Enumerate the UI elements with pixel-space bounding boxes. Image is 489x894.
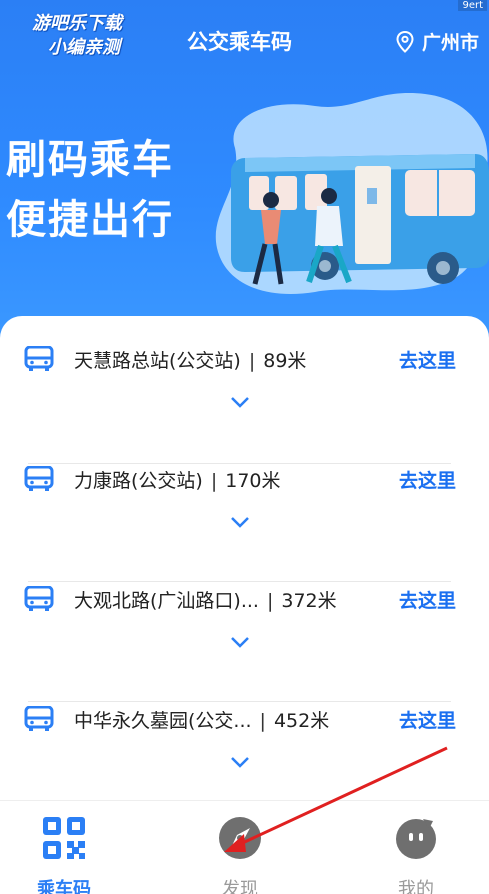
location-pin-icon	[396, 30, 414, 53]
list-item: 天慧路总站(公交站) | 89米 去这里	[24, 346, 456, 464]
chevron-down-icon[interactable]	[230, 636, 250, 648]
tab-label: 乘车码	[37, 879, 91, 894]
nearby-stops-list: 天慧路总站(公交站) | 89米 去这里 力康路(公交站) | 170米 去这里 大观北…	[0, 316, 489, 800]
bus-icon	[24, 466, 54, 491]
status-tag: 9ert	[458, 0, 487, 11]
go-here-button[interactable]: 去这里	[399, 706, 456, 733]
list-item: 力康路(公交站) | 170米 去这里	[24, 464, 456, 582]
stop-distance: 452米	[273, 710, 330, 732]
stop-distance: 89米	[263, 350, 307, 372]
tab-label: 发现	[222, 879, 258, 894]
slogan-line1: 刷码乘车	[6, 137, 174, 183]
go-here-button[interactable]: 去这里	[399, 346, 456, 373]
slogan: 刷码乘车 便捷出行	[6, 130, 174, 250]
bus-illustration	[215, 93, 489, 295]
divider	[28, 701, 451, 702]
stop-distance: 170米	[225, 470, 281, 492]
divider	[28, 581, 451, 582]
go-here-button[interactable]: 去这里	[399, 466, 456, 493]
profile-icon	[396, 819, 436, 859]
bus-icon	[24, 346, 54, 371]
stop-distance: 372米	[281, 590, 337, 612]
list-item: 中华永久墓园(公交... | 452米 去这里	[24, 704, 456, 800]
tab-discover[interactable]: 发现	[190, 815, 290, 894]
stop-name-text: 中华永久墓园(公交... | 452米	[74, 710, 330, 732]
stop-name-text: 天慧路总站(公交站) | 89米	[74, 350, 307, 372]
bottom-tab-bar: 乘车码 发现 我的	[0, 800, 489, 894]
list-item: 大观北路(广汕路口)... | 372米 去这里	[24, 584, 456, 702]
slogan-line2: 便捷出行	[6, 197, 174, 243]
chevron-down-icon[interactable]	[230, 396, 250, 408]
page-title-text: 公交乘车码	[187, 30, 292, 54]
go-here-button[interactable]: 去这里	[399, 586, 456, 613]
tab-mine[interactable]: 我的	[366, 815, 466, 894]
city-selector[interactable]: 广州市	[396, 28, 479, 55]
chevron-down-icon[interactable]	[230, 756, 250, 768]
chevron-down-icon[interactable]	[230, 516, 250, 528]
city-label: 广州市	[421, 32, 479, 54]
tab-ride-code[interactable]: 乘车码	[14, 815, 114, 894]
discover-icon	[219, 817, 261, 859]
header-banner: 9ert 游吧乐下载 小编亲测 公交乘车码 广州市 刷码乘车 便捷出行	[0, 0, 489, 340]
bus-icon	[24, 706, 54, 731]
qr-code-icon	[43, 817, 85, 859]
stop-name-text: 大观北路(广汕路口)... | 372米	[74, 590, 337, 612]
stop-name-text: 力康路(公交站) | 170米	[74, 470, 281, 492]
bus-icon	[24, 586, 54, 611]
tab-label: 我的	[398, 879, 434, 894]
